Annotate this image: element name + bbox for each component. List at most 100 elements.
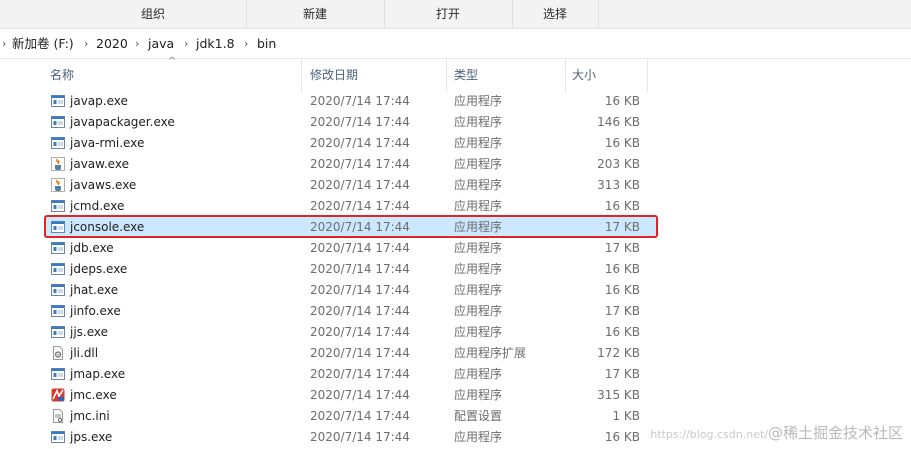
- column-header-label: 类型: [454, 68, 479, 82]
- breadcrumb-item-jdk[interactable]: jdk1.8: [196, 29, 235, 58]
- file-type: 应用程序: [454, 304, 503, 318]
- ini-settings-icon: [51, 409, 65, 423]
- exe-window-icon: [51, 199, 65, 213]
- file-date: 2020/7/14 17:44: [310, 199, 410, 213]
- ribbon-group-select[interactable]: 选择: [512, 0, 599, 28]
- ribbon-group-label: 新建: [302, 7, 327, 21]
- breadcrumb-item-bin[interactable]: bin: [257, 29, 276, 58]
- file-row[interactable]: javaws.exe 2020/7/14 17:44 应用程序 313 KB: [44, 175, 656, 196]
- exe-window-icon: [51, 136, 65, 150]
- file-type: 应用程序: [454, 262, 503, 276]
- file-type: 应用程序: [454, 367, 503, 381]
- file-name: jinfo.exe: [70, 304, 121, 318]
- file-size: 16 KB: [604, 325, 640, 339]
- exe-window-icon: [51, 325, 65, 339]
- file-size: 17 KB: [604, 304, 640, 318]
- file-size: 172 KB: [597, 346, 640, 360]
- breadcrumb-item-2020[interactable]: 2020: [96, 29, 128, 58]
- file-row[interactable]: jcmd.exe 2020/7/14 17:44 应用程序 16 KB: [44, 196, 656, 217]
- column-header-label: 修改日期: [310, 68, 359, 82]
- file-date: 2020/7/14 17:44: [310, 136, 410, 150]
- file-type: 配置设置: [454, 409, 503, 423]
- file-name: jcmd.exe: [70, 199, 125, 213]
- file-type: 应用程序: [454, 199, 503, 213]
- file-size: 16 KB: [604, 94, 640, 108]
- file-size: 313 KB: [597, 178, 640, 192]
- exe-window-icon: [51, 304, 65, 318]
- file-row[interactable]: javap.exe 2020/7/14 17:44 应用程序 16 KB: [44, 91, 656, 112]
- file-size: 17 KB: [604, 241, 640, 255]
- file-row[interactable]: jhat.exe 2020/7/14 17:44 应用程序 16 KB: [44, 280, 656, 301]
- file-type: 应用程序: [454, 178, 503, 192]
- file-name: jdeps.exe: [70, 262, 128, 276]
- file-size: 203 KB: [597, 157, 640, 171]
- breadcrumb-item-java[interactable]: java: [148, 29, 174, 58]
- file-name: javapackager.exe: [70, 115, 175, 129]
- file-row[interactable]: jmc.exe 2020/7/14 17:44 应用程序 315 KB: [44, 385, 656, 406]
- file-row[interactable]: jjs.exe 2020/7/14 17:44 应用程序 16 KB: [44, 322, 656, 343]
- file-row[interactable]: jmap.exe 2020/7/14 17:44 应用程序 17 KB: [44, 364, 656, 385]
- dll-gear-icon: [51, 346, 65, 360]
- exe-window-icon: [51, 367, 65, 381]
- ribbon-group-organize[interactable]: 组织: [60, 0, 247, 28]
- exe-window-icon: [51, 430, 65, 444]
- java-cup-icon: [51, 178, 65, 192]
- java-cup-icon: [51, 157, 65, 171]
- ribbon-toolbar: 组织 新建 打开 选择: [0, 0, 911, 29]
- ribbon-group-label: 组织: [140, 7, 165, 21]
- file-size: 16 KB: [604, 199, 640, 213]
- breadcrumb-separator-icon[interactable]: ›: [135, 29, 139, 58]
- file-name: javap.exe: [70, 94, 128, 108]
- file-type: 应用程序: [454, 430, 503, 444]
- file-type: 应用程序: [454, 388, 503, 402]
- file-size: 146 KB: [597, 115, 640, 129]
- file-row[interactable]: javaw.exe 2020/7/14 17:44 应用程序 203 KB: [44, 154, 656, 175]
- file-type: 应用程序: [454, 241, 503, 255]
- breadcrumb-separator-icon[interactable]: ›: [184, 29, 188, 58]
- file-row[interactable]: jmc.ini 2020/7/14 17:44 配置设置 1 KB: [44, 406, 656, 427]
- file-date: 2020/7/14 17:44: [310, 346, 410, 360]
- file-name: jmc.ini: [70, 409, 110, 423]
- ribbon-group-label: 打开: [435, 7, 460, 21]
- file-date: 2020/7/14 17:44: [310, 115, 410, 129]
- highlight-box: [44, 215, 658, 238]
- file-row[interactable]: jdeps.exe 2020/7/14 17:44 应用程序 16 KB: [44, 259, 656, 280]
- file-size: 315 KB: [597, 388, 640, 402]
- watermark: https://blog.csdn.net/@稀土掘金技术社区: [650, 422, 903, 443]
- file-date: 2020/7/14 17:44: [310, 367, 410, 381]
- file-name: javaw.exe: [70, 157, 129, 171]
- file-date: 2020/7/14 17:44: [310, 94, 410, 108]
- exe-window-icon: [51, 241, 65, 255]
- column-header-date[interactable]: 修改日期: [304, 58, 447, 92]
- file-type: 应用程序: [454, 157, 503, 171]
- file-date: 2020/7/14 17:44: [310, 388, 410, 402]
- file-date: 2020/7/14 17:44: [310, 157, 410, 171]
- column-header-size[interactable]: 大小: [566, 58, 648, 92]
- file-name: jhat.exe: [70, 283, 119, 297]
- file-row[interactable]: javapackager.exe 2020/7/14 17:44 应用程序 146 K…: [44, 112, 656, 133]
- file-date: 2020/7/14 17:44: [310, 430, 410, 444]
- column-header-type[interactable]: 类型: [448, 58, 566, 92]
- breadcrumb-separator-icon[interactable]: ›: [84, 29, 88, 58]
- file-type: 应用程序: [454, 325, 503, 339]
- file-date: 2020/7/14 17:44: [310, 241, 410, 255]
- address-bar[interactable]: › 新加卷 (F:) › 2020 › java › jdk1.8 › bin: [0, 29, 911, 59]
- breadcrumb-separator-icon[interactable]: ›: [244, 29, 248, 58]
- ribbon-group-new[interactable]: 新建: [246, 0, 385, 28]
- file-row[interactable]: jps.exe 2020/7/14 17:44 应用程序 16 KB: [44, 427, 656, 448]
- file-name: jjs.exe: [70, 325, 109, 339]
- ribbon-group-open[interactable]: 打开: [384, 0, 513, 28]
- file-type: 应用程序扩展: [454, 346, 527, 360]
- file-size: 16 KB: [604, 136, 640, 150]
- file-type: 应用程序: [454, 115, 503, 129]
- column-header-label: 大小: [572, 68, 597, 82]
- column-header-label: 名称: [50, 68, 75, 82]
- file-row[interactable]: jli.dll 2020/7/14 17:44 应用程序扩展 172 KB: [44, 343, 656, 364]
- file-row[interactable]: jdb.exe 2020/7/14 17:44 应用程序 17 KB: [44, 238, 656, 259]
- file-row[interactable]: jinfo.exe 2020/7/14 17:44 应用程序 17 KB: [44, 301, 656, 322]
- exe-window-icon: [51, 94, 65, 108]
- file-row[interactable]: java-rmi.exe 2020/7/14 17:44 应用程序 16 KB: [44, 133, 656, 154]
- breadcrumb-item-drive[interactable]: 新加卷 (F:): [12, 29, 74, 58]
- file-size: 16 KB: [604, 262, 640, 276]
- column-header-name[interactable]: 名称: [44, 58, 302, 92]
